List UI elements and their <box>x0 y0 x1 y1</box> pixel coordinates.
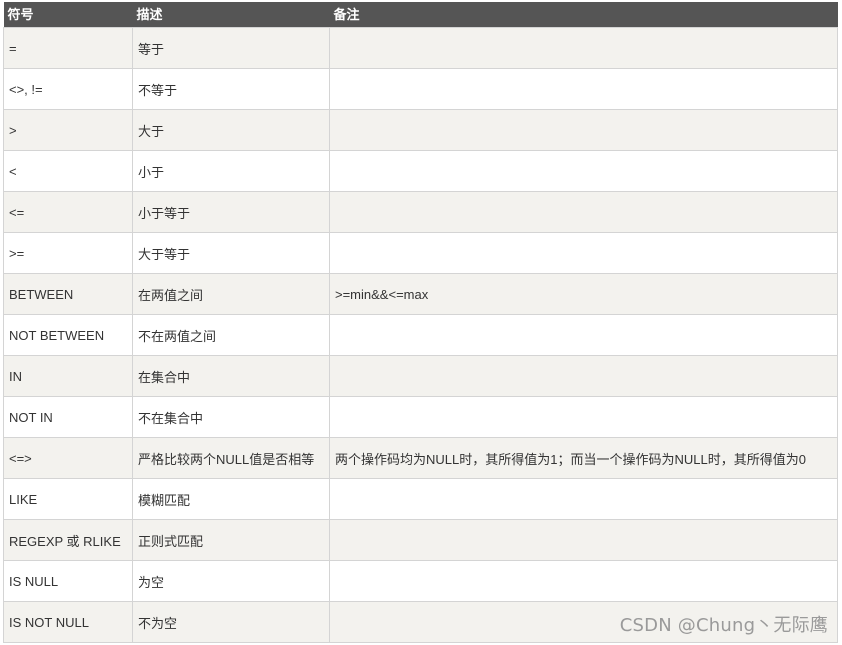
table-row: NOT BETWEEN 不在两值之间 <box>3 314 838 356</box>
cell-description: 大于 <box>132 109 330 151</box>
table-row: <= 小于等于 <box>3 191 838 233</box>
header-note: 备注 <box>329 2 838 28</box>
cell-symbol: NOT BETWEEN <box>3 314 133 356</box>
table-row: = 等于 <box>3 27 838 69</box>
cell-note <box>329 27 838 69</box>
cell-symbol: <= <box>3 191 133 233</box>
table-row: BETWEEN 在两值之间 >=min&&<=max <box>3 273 838 315</box>
cell-symbol: LIKE <box>3 478 133 520</box>
cell-description: 在两值之间 <box>132 273 330 315</box>
table-row: LIKE 模糊匹配 <box>3 478 838 520</box>
table-row: <>, != 不等于 <box>3 68 838 110</box>
watermark: CSDN @Chung丶无际鹰 <box>619 615 828 636</box>
cell-description: 小于 <box>132 150 330 192</box>
table-row: <=> 严格比较两个NULL值是否相等 两个操作码均为NULL时，其所得值为1；而当… <box>3 437 838 479</box>
cell-note <box>329 109 838 151</box>
cell-description: 为空 <box>132 560 330 602</box>
table-row: < 小于 <box>3 150 838 192</box>
table-row: IN 在集合中 <box>3 355 838 397</box>
cell-description: 等于 <box>132 27 330 69</box>
cell-note <box>329 68 838 110</box>
cell-note <box>329 314 838 356</box>
cell-symbol: <=> <box>3 437 133 479</box>
cell-description: 大于等于 <box>132 232 330 274</box>
cell-description: 正则式匹配 <box>132 519 330 561</box>
cell-description: 在集合中 <box>132 355 330 397</box>
cell-description: 不等于 <box>132 68 330 110</box>
cell-note <box>329 560 838 602</box>
cell-description: 不在两值之间 <box>132 314 330 356</box>
cell-symbol: < <box>3 150 133 192</box>
header-symbol: 符号 <box>3 2 133 28</box>
header-row: 符号 描述 备注 <box>3 2 838 28</box>
cell-description: 不在集合中 <box>132 396 330 438</box>
cell-symbol: <>, != <box>3 68 133 110</box>
cell-symbol: > <box>3 109 133 151</box>
cell-symbol: IN <box>3 355 133 397</box>
cell-note <box>329 478 838 520</box>
table-row: > 大于 <box>3 109 838 151</box>
cell-description: 严格比较两个NULL值是否相等 <box>132 437 330 479</box>
cell-note: >=min&&<=max <box>329 273 838 315</box>
cell-note <box>329 191 838 233</box>
cell-symbol: = <box>3 27 133 69</box>
table-row: REGEXP 或 RLIKE 正则式匹配 <box>3 519 838 561</box>
cell-description: 小于等于 <box>132 191 330 233</box>
cell-symbol: IS NULL <box>3 560 133 602</box>
cell-note <box>329 519 838 561</box>
cell-description: 不为空 <box>132 601 330 643</box>
cell-note <box>329 150 838 192</box>
table-row: >= 大于等于 <box>3 232 838 274</box>
cell-symbol: NOT IN <box>3 396 133 438</box>
operators-table: 符号 描述 备注 = 等于 <>, != 不等于 > 大于 < 小于 <= 小于等于 >= 大于等于 B… <box>3 2 838 643</box>
cell-symbol: IS NOT NULL <box>3 601 133 643</box>
header-description: 描述 <box>132 2 330 28</box>
cell-symbol: REGEXP 或 RLIKE <box>3 519 133 561</box>
cell-note <box>329 355 838 397</box>
cell-note <box>329 232 838 274</box>
cell-note <box>329 396 838 438</box>
cell-description: 模糊匹配 <box>132 478 330 520</box>
table-row: NOT IN 不在集合中 <box>3 396 838 438</box>
cell-symbol: >= <box>3 232 133 274</box>
table-row: IS NULL 为空 <box>3 560 838 602</box>
cell-note: 两个操作码均为NULL时，其所得值为1；而当一个操作码为NULL时，其所得值为0 <box>329 437 838 479</box>
cell-symbol: BETWEEN <box>3 273 133 315</box>
